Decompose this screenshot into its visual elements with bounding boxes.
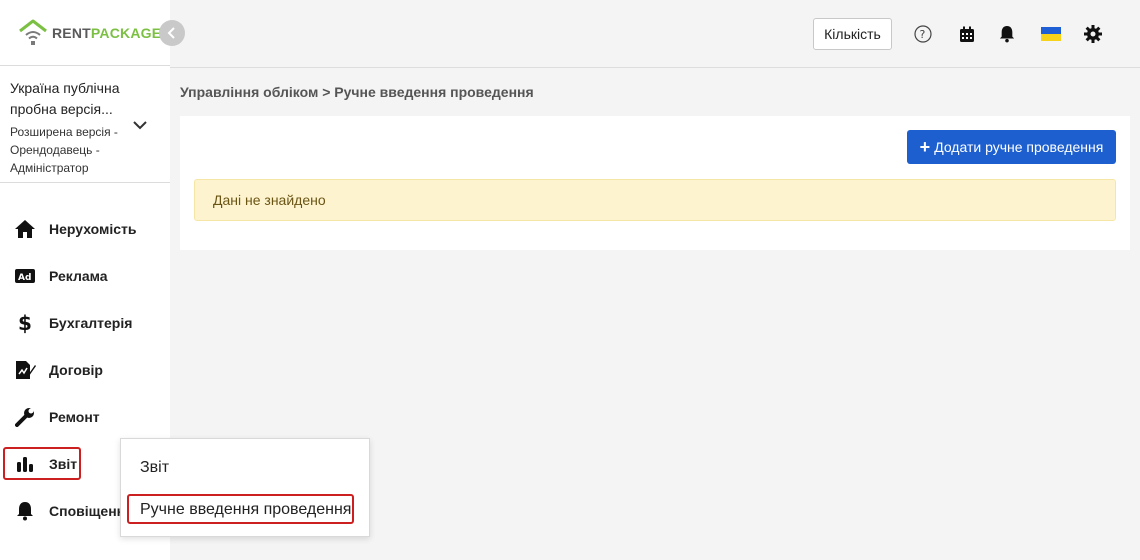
help-icon[interactable]: ? <box>913 24 933 44</box>
calendar-icon[interactable] <box>957 24 977 44</box>
submenu-item-manual-entry[interactable]: Ручне введення проведення <box>140 501 351 519</box>
svg-text:Ad: Ad <box>18 273 31 283</box>
bell-icon[interactable] <box>997 24 1017 44</box>
logo[interactable]: RENTPACKAGE <box>18 18 161 48</box>
sidebar-item-notifications[interactable]: Сповіщенн <box>14 496 125 526</box>
account-sub-line3: Адміністратор <box>10 161 89 175</box>
svg-text:?: ? <box>920 28 926 41</box>
collapse-sidebar-button[interactable] <box>159 20 185 46</box>
sidebar-item-contract[interactable]: Договір <box>14 355 103 385</box>
ukraine-flag-icon[interactable] <box>1040 24 1062 44</box>
chevron-left-icon <box>167 27 175 39</box>
logo-text-package: PACKAGE <box>90 25 162 41</box>
report-submenu: Звіт Ручне введення проведення <box>120 438 370 537</box>
sidebar-divider <box>0 65 170 66</box>
wrench-icon <box>14 406 36 428</box>
submenu-item-report[interactable]: Звіт <box>140 459 169 477</box>
sidebar-divider <box>0 182 170 183</box>
add-manual-entry-button[interactable]: + Додати ручне проведення <box>907 130 1116 164</box>
sidebar-item-label: Звіт <box>49 456 78 472</box>
logo-text-rent: RENT <box>52 25 91 41</box>
home-icon <box>14 218 36 240</box>
plus-icon: + <box>919 137 931 157</box>
contract-icon <box>14 359 36 381</box>
bar-chart-icon <box>14 453 36 475</box>
account-sub-line2: Орендодавець - <box>10 143 100 157</box>
alert-text: Дані не знайдено <box>213 192 326 208</box>
sidebar-item-report[interactable]: Звіт <box>14 449 77 479</box>
dollar-icon: $ <box>14 312 36 334</box>
house-wifi-icon <box>19 19 47 45</box>
add-button-label: Додати ручне проведення <box>934 139 1104 155</box>
quantity-button[interactable]: Кількість <box>813 18 892 50</box>
sidebar-item-label: Ремонт <box>49 409 100 425</box>
sidebar-item-label: Бухгалтерія <box>49 315 133 331</box>
sidebar-item-accounting[interactable]: $ Бухгалтерія <box>14 308 132 338</box>
sidebar-item-repair[interactable]: Ремонт <box>14 402 100 432</box>
svg-text:$: $ <box>18 312 32 334</box>
breadcrumb: Управління обліком > Ручне введення пров… <box>180 84 534 100</box>
bell-icon <box>14 500 36 522</box>
sidebar-item-label: Сповіщенн <box>49 503 126 519</box>
no-data-alert: Дані не знайдено <box>194 179 1116 221</box>
sidebar-item-label: Реклама <box>49 268 108 284</box>
sidebar-item-label: Договір <box>49 362 103 378</box>
ad-icon: Ad <box>14 265 36 287</box>
gear-icon[interactable] <box>1083 24 1103 44</box>
sidebar-item-property[interactable]: Нерухомість <box>14 214 137 244</box>
sidebar-item-label: Нерухомість <box>49 221 137 237</box>
chevron-down-icon[interactable] <box>131 116 149 134</box>
account-name-line1: Україна публічна <box>10 80 120 96</box>
sidebar-item-ads[interactable]: Ad Реклама <box>14 261 108 291</box>
topbar <box>170 0 1140 68</box>
